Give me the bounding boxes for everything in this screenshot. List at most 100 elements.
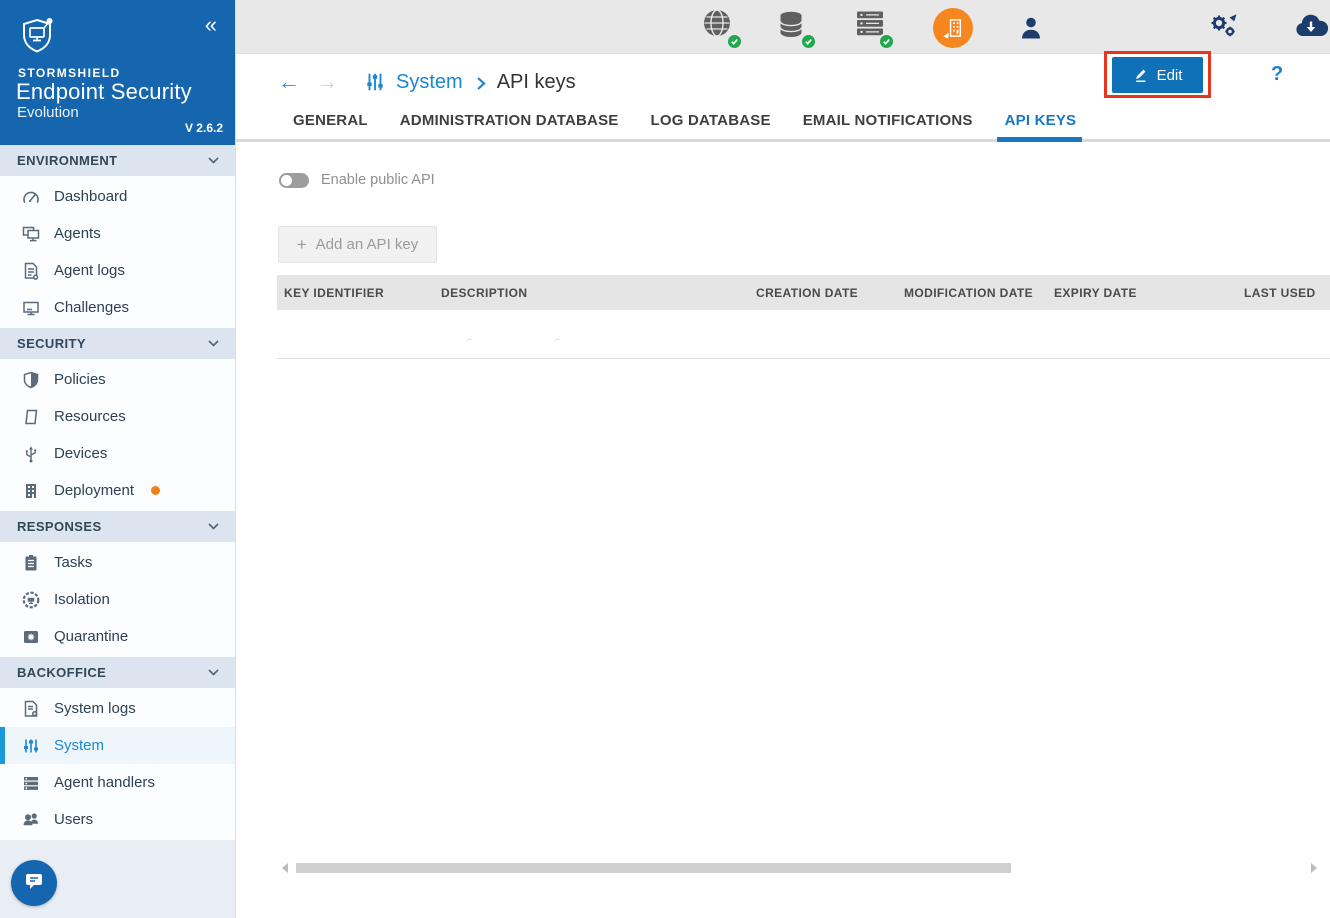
empty-cell-placeholder: - [467,330,472,346]
main-content: ← → System API keys ? GENERAL ADMINISTRA… [236,54,1330,918]
nav-group-environment: Dashboard Agents Agent logs [0,176,235,328]
sidebar-item-isolation[interactable]: Isolation [0,581,235,618]
agent-handler-status-icon[interactable] [853,8,893,48]
add-api-key-button[interactable]: + Add an API key [278,226,437,263]
scroll-right-arrow[interactable] [1311,863,1317,873]
product-edition: Evolution [17,104,79,121]
tab-email-notifications[interactable]: EMAIL NOTIFICATIONS [803,112,973,139]
tab-administration-database[interactable]: ADMINISTRATION DATABASE [400,112,619,139]
forward-arrow-icon: → [316,71,338,93]
sidebar-item-label: Agents [54,225,101,242]
agents-icon [21,224,41,244]
sidebar: « STORMSHIELD Endpoint Security Evolutio… [0,0,236,918]
stormshield-shield-logo-icon [18,15,56,62]
nav-group-backoffice: System logs System Agent handlers [0,688,235,840]
status-ok-check-icon [878,33,895,50]
status-ok-check-icon [800,33,817,50]
section-label: ENVIRONMENT [17,153,117,168]
chat-support-button[interactable] [11,860,57,906]
plus-icon: + [297,236,307,253]
sidebar-item-label: Deployment [54,482,134,499]
system-logs-icon [21,699,41,719]
add-api-key-label: Add an API key [316,236,419,253]
sidebar-item-devices[interactable]: Devices [0,435,235,472]
sidebar-item-resources[interactable]: Resources [0,398,235,435]
version-label: V 2.6.2 [185,121,223,135]
help-button[interactable]: ? [1271,63,1283,86]
sidebar-item-label: Agent logs [54,262,125,279]
chat-bubble-icon [23,870,45,897]
sidebar-item-system-logs[interactable]: System logs [0,690,235,727]
toggle-label: Enable public API [321,172,435,188]
brand-name: STORMSHIELD [18,66,121,80]
sidebar-item-label: System [54,737,104,754]
sidebar-item-policies[interactable]: Policies [0,361,235,398]
database-status-icon[interactable] [775,8,815,48]
agent-handlers-icon [21,773,41,793]
system-sliders-icon [21,736,41,756]
column-header-expiry-date: EXPIRY DATE [1054,286,1244,300]
sidebar-section-environment[interactable]: ENVIRONMENT [0,145,235,176]
chevron-down-icon [208,669,219,676]
resources-icon [21,407,41,427]
policies-icon [21,370,41,390]
sidebar-section-backoffice[interactable]: BACKOFFICE [0,657,235,688]
sidebar-item-challenges[interactable]: Challenges [0,289,235,326]
cloud-download-icon[interactable] [1291,8,1330,48]
tab-log-database[interactable]: LOG DATABASE [651,112,771,139]
sidebar-item-agents[interactable]: Agents [0,215,235,252]
sidebar-item-deployment[interactable]: Deployment [0,472,235,509]
tab-general[interactable]: GENERAL [293,112,368,139]
sidebar-collapse-icon[interactable]: « [205,14,217,36]
sidebar-section-responses[interactable]: RESPONSES [0,511,235,542]
challenges-icon [21,298,41,318]
table-header-row: KEY IDENTIFIER DESCRIPTION CREATION DATE… [277,275,1330,310]
scroll-left-arrow[interactable] [282,863,288,873]
edit-button[interactable]: Edit [1112,57,1203,93]
edit-button-label: Edit [1157,67,1183,84]
nav-group-responses: Tasks Isolation Quarantine [0,542,235,657]
toggle-knob [281,175,292,186]
sidebar-item-agent-logs[interactable]: Agent logs [0,252,235,289]
deployment-icon [21,481,41,501]
sidebar-item-label: Agent handlers [54,774,155,791]
breadcrumb-system-link[interactable]: System [396,71,463,94]
sidebar-item-tasks[interactable]: Tasks [0,544,235,581]
sidebar-item-system[interactable]: System [0,727,235,764]
quarantine-icon [21,627,41,647]
sidebar-item-agent-handlers[interactable]: Agent handlers [0,764,235,801]
breadcrumb: ← → System API keys [236,60,576,104]
sidebar-item-label: System logs [54,700,136,717]
back-arrow-icon[interactable]: ← [278,71,300,93]
deployment-pending-icon[interactable] [933,8,973,48]
sidebar-item-label: Users [54,811,93,828]
sidebar-section-security[interactable]: SECURITY [0,328,235,359]
services-gears-icon[interactable] [1206,8,1246,48]
sidebar-item-label: Tasks [54,554,92,571]
tab-bar: GENERAL ADMINISTRATION DATABASE LOG DATA… [236,112,1330,142]
pencil-icon [1133,67,1149,83]
empty-cell-placeholder: - [555,330,560,346]
tab-api-keys[interactable]: API KEYS [1005,112,1077,139]
enable-public-api-row: Enable public API [279,172,435,188]
globe-status-icon[interactable] [701,8,741,48]
system-sliders-icon [364,71,386,93]
sidebar-item-users[interactable]: Users [0,801,235,838]
table-empty-row: - - [277,310,1330,359]
sidebar-item-quarantine[interactable]: Quarantine [0,618,235,655]
status-ok-check-icon [726,33,743,50]
scrollbar-thumb[interactable] [296,863,1011,873]
enable-public-api-toggle[interactable] [279,173,309,188]
column-header-key-identifier: KEY IDENTIFIER [284,286,441,300]
nav-group-security: Policies Resources Devices [0,359,235,511]
chevron-right-icon [476,76,486,91]
section-label: RESPONSES [17,519,102,534]
sidebar-item-label: Challenges [54,299,129,316]
column-header-modification-date: MODIFICATION DATE [904,286,1054,300]
chevron-down-icon [208,157,219,164]
section-label: BACKOFFICE [17,665,106,680]
agent-logs-icon [21,261,41,281]
user-account-icon[interactable] [1011,8,1051,48]
sidebar-item-label: Resources [54,408,126,425]
sidebar-item-dashboard[interactable]: Dashboard [0,178,235,215]
